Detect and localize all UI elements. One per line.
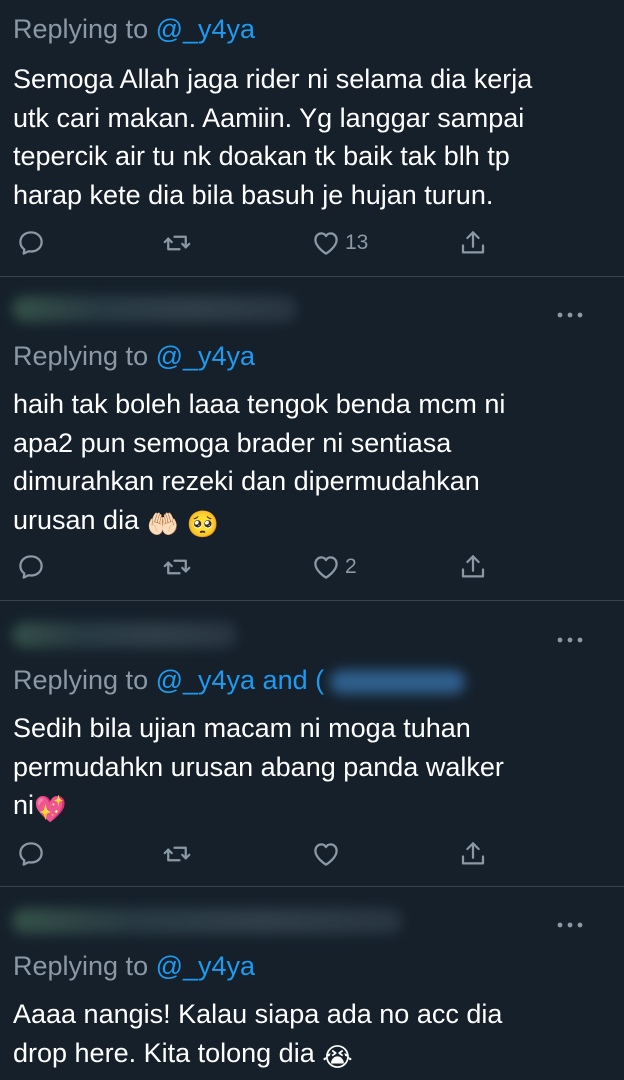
reply-handle-link[interactable]: @_y4ya and ( <box>156 665 325 695</box>
like-button[interactable] <box>311 837 345 871</box>
reply-icon <box>16 839 46 869</box>
reply-prefix: Replying to <box>13 341 156 371</box>
redacted-second-handle <box>330 669 466 694</box>
tweet[interactable]: Replying to @_y4ya and ( Sedih bila ujia… <box>0 601 624 887</box>
retweet-button[interactable] <box>162 550 192 584</box>
redacted-author-name <box>12 908 402 934</box>
tweet[interactable]: Replying to @_y4ya haih tak boleh laaa t… <box>0 277 624 601</box>
like-count: 13 <box>345 231 369 254</box>
reply-context: Replying to @_y4ya <box>13 341 255 372</box>
like-button[interactable]: 13 <box>311 226 368 260</box>
share-button[interactable] <box>458 550 488 584</box>
reply-handle-link[interactable]: @_y4ya <box>156 951 255 981</box>
reply-icon <box>16 552 46 582</box>
retweet-icon <box>162 839 192 869</box>
reply-context: Replying to @_y4ya <box>13 14 255 45</box>
more-icon[interactable] <box>556 307 584 318</box>
tweet-text-line: ni💖 <box>13 786 613 825</box>
raised-hands-emoji: 🤲🏻 <box>146 508 179 539</box>
heart-icon <box>311 552 341 582</box>
share-button[interactable] <box>458 837 488 871</box>
heart-icon <box>311 839 341 869</box>
heart-icon <box>311 228 341 258</box>
tweet-text-line: Semoga Allah jaga rider ni selama dia ke… <box>13 64 533 94</box>
tweet-text-line: Aaaa nangis! Kalau siapa ada no acc dia <box>13 999 503 1029</box>
tweet-text-line: harap kete dia bila basuh je hujan turun… <box>13 179 494 210</box>
tweet-text-line: dimurahkan rezeki dan dipermudahkan <box>13 466 480 496</box>
reply-prefix: Replying to <box>13 951 156 981</box>
retweet-icon <box>162 228 192 258</box>
tweet-text: Sedih bila ujian macam ni moga tuhan per… <box>13 709 613 825</box>
like-button[interactable]: 2 <box>311 550 357 584</box>
tweet-actions <box>0 837 624 871</box>
reply-button[interactable] <box>16 550 46 584</box>
retweet-icon <box>162 552 192 582</box>
reply-context: Replying to @_y4ya <box>13 951 255 982</box>
pleading-face-emoji: 🥺 <box>186 508 219 539</box>
share-button[interactable] <box>458 226 488 260</box>
tweet-text-segment: ni <box>13 790 35 820</box>
tweet[interactable]: Replying to @_y4ya Semoga Allah jaga rid… <box>0 0 624 277</box>
tweet[interactable]: Replying to @_y4ya Aaaa nangis! Kalau si… <box>0 887 624 1080</box>
reply-prefix: Replying to <box>13 665 156 695</box>
more-icon[interactable] <box>556 917 584 928</box>
sparkling-heart-emoji: 💖 <box>34 794 67 824</box>
retweet-button[interactable] <box>162 837 192 871</box>
share-icon <box>458 228 488 258</box>
reply-handle-link[interactable]: @_y4ya <box>156 14 255 44</box>
reply-context: Replying to @_y4ya and ( <box>13 665 466 696</box>
redacted-author-name <box>12 622 237 648</box>
tweet-text-line: urusan dia 🤲🏻 🥺 <box>13 501 613 540</box>
like-count: 2 <box>345 555 357 578</box>
share-icon <box>458 552 488 582</box>
tweet-text: Semoga Allah jaga rider ni selama dia ke… <box>13 60 613 214</box>
more-icon[interactable] <box>556 632 584 643</box>
share-icon <box>458 839 488 869</box>
tweet-text-line: drop here. Kita tolong dia 😭 <box>13 1034 613 1073</box>
reply-icon <box>16 228 46 258</box>
tweet-text-line: apa2 pun semoga brader ni sentiasa <box>13 427 452 458</box>
tweet-text-segment: urusan dia <box>13 504 140 535</box>
reply-prefix: Replying to <box>13 14 156 44</box>
reply-button[interactable] <box>16 837 46 871</box>
retweet-button[interactable] <box>162 226 192 260</box>
tweet-text: Aaaa nangis! Kalau siapa ada no acc dia … <box>13 995 613 1072</box>
tweet-text-line: tepercik air tu nk doakan tk baik tak bl… <box>13 141 510 171</box>
loudly-crying-face-emoji: 😭 <box>322 1041 353 1072</box>
tweet-text-segment: drop here. Kita tolong dia <box>13 1037 315 1068</box>
tweet-text-line: utk cari makan. Aamiin. Yg langgar sampa… <box>13 102 525 133</box>
reply-handle-link[interactable]: @_y4ya <box>156 341 255 371</box>
redacted-author-name <box>12 296 297 322</box>
tweet-actions: 13 <box>0 226 624 260</box>
tweet-text: haih tak boleh laaa tengok benda mcm ni … <box>13 385 613 539</box>
tweet-text-line: permudahkn urusan abang panda walker <box>13 751 504 782</box>
tweet-actions: 2 <box>0 550 624 584</box>
reply-button[interactable] <box>16 226 46 260</box>
tweet-text-line: Sedih bila ujian macam ni moga tuhan <box>13 713 471 743</box>
tweet-text-line: haih tak boleh laaa tengok benda mcm ni <box>13 389 506 419</box>
